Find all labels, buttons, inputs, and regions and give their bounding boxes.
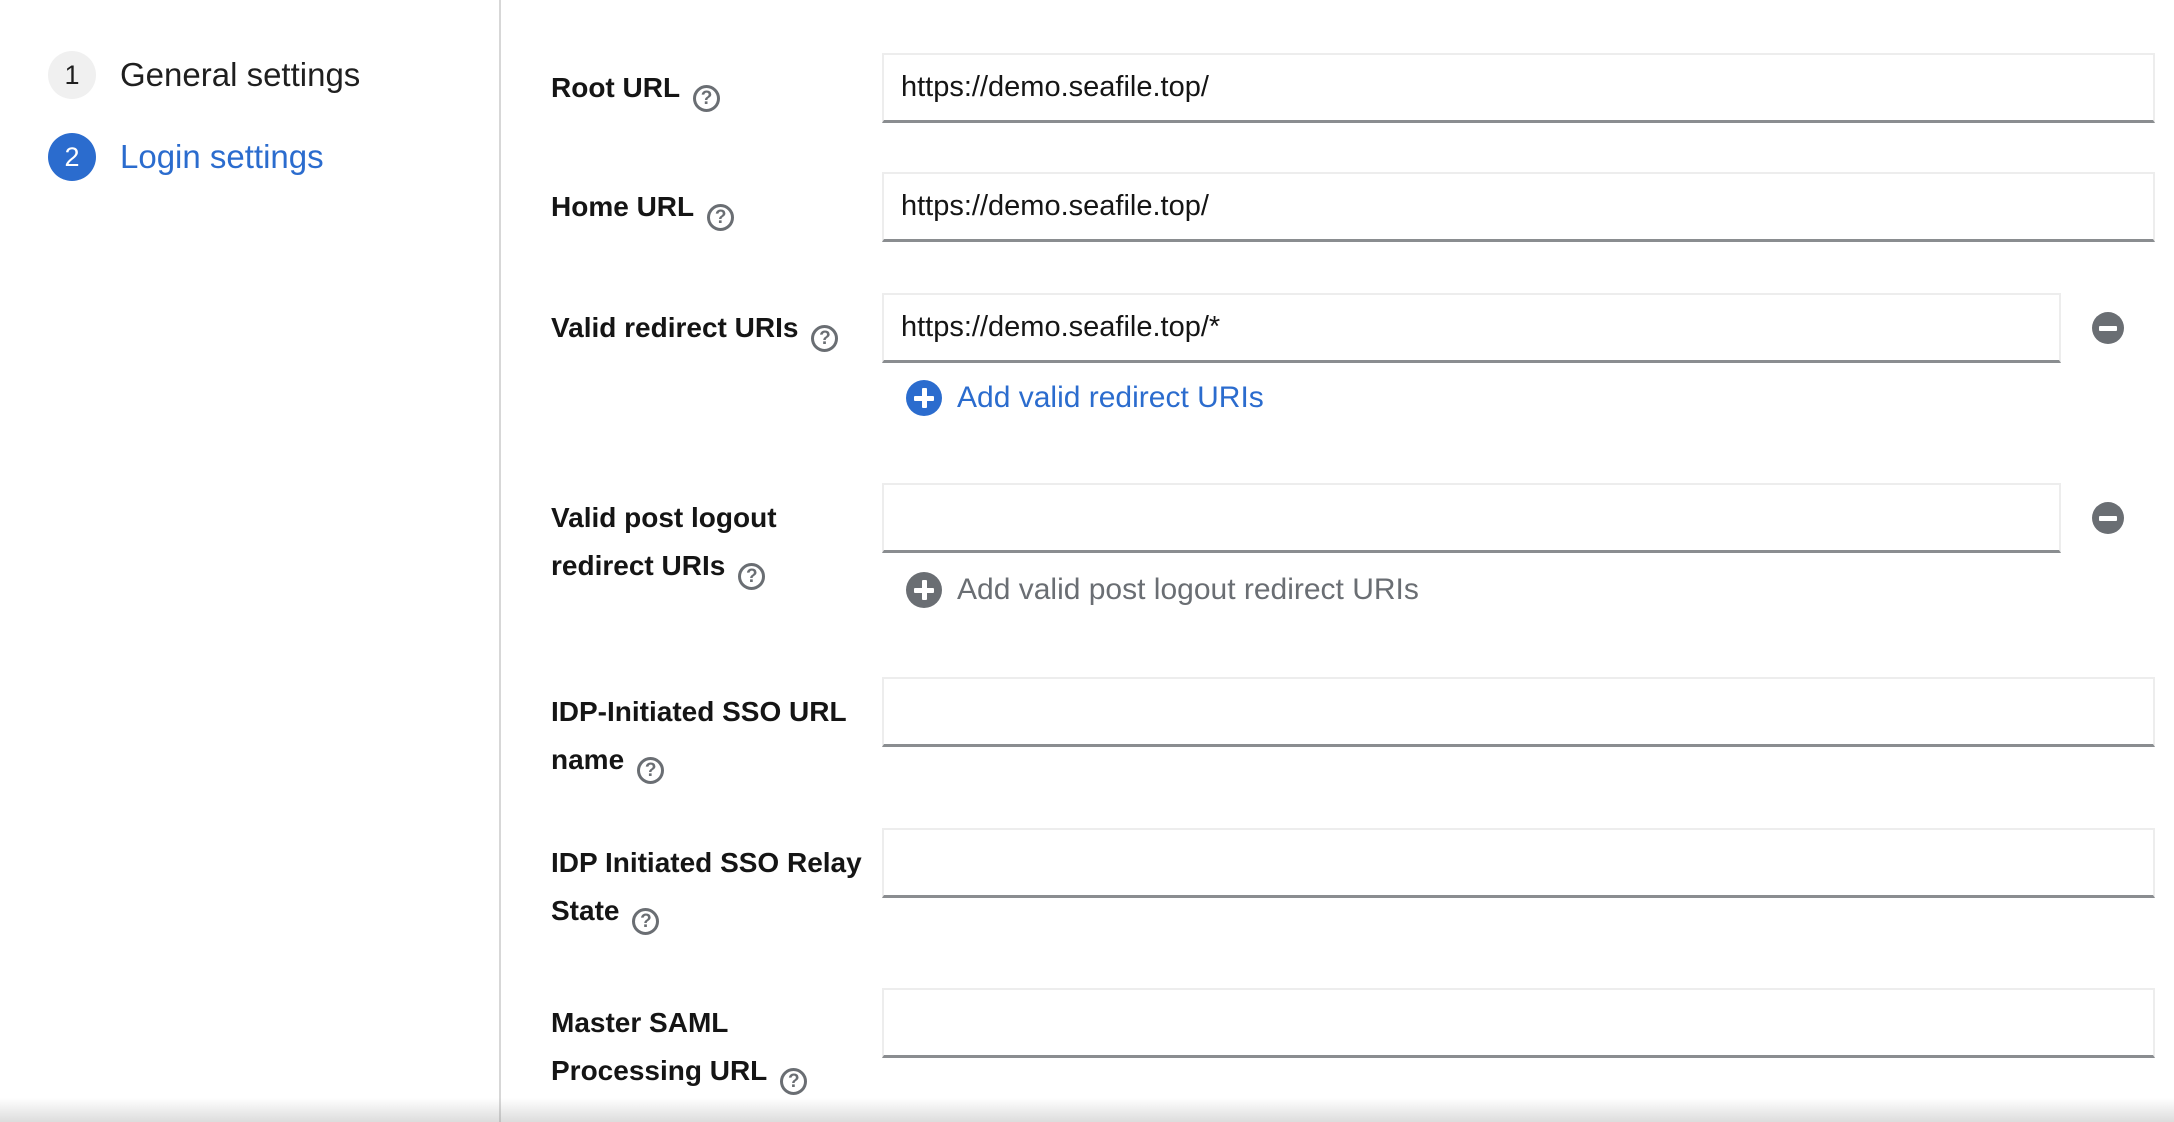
home-url-input[interactable] [882,172,2155,242]
help-icon[interactable]: ? [637,757,664,784]
field-label-text: Master SAML Processing URL [551,1007,767,1086]
master-saml-processing-url-input[interactable] [882,988,2155,1058]
minus-icon [2099,516,2117,521]
idp-initiated-sso-relay-state-input[interactable] [882,828,2155,898]
minus-icon [2099,326,2117,331]
add-link-label: Add valid post logout redirect URIs [957,573,1419,607]
root-url-input[interactable] [882,53,2155,123]
step-label: Login settings [120,138,324,176]
step-number-badge: 2 [48,133,96,181]
plus-circle-icon [906,380,942,416]
field-label: Valid post logout redirect URIs? [551,483,867,590]
help-icon[interactable]: ? [707,204,734,231]
help-icon[interactable]: ? [811,325,838,352]
help-icon[interactable]: ? [693,85,720,112]
step-number-badge: 1 [48,51,96,99]
valid-redirect-uris-input[interactable] [882,293,2061,363]
field-label-text: Home URL [551,191,694,222]
field-label: IDP Initiated SSO Relay State? [551,828,867,935]
remove-post-logout-uri-button[interactable] [2092,502,2124,534]
field-label-text: IDP-Initiated SSO URL name [551,696,846,775]
step-login-settings[interactable]: 2 Login settings [48,133,324,181]
add-valid-redirect-uris-link[interactable]: Add valid redirect URIs [906,380,1264,416]
field-label: IDP-Initiated SSO URL name? [551,677,867,784]
field-label-text: Root URL [551,72,680,103]
field-label: Valid redirect URIs? [551,293,867,352]
add-link-label: Add valid redirect URIs [957,381,1264,415]
idp-initiated-sso-url-name-input[interactable] [882,677,2155,747]
step-label: General settings [120,56,360,94]
step-general-settings[interactable]: 1 General settings [48,51,360,99]
field-label-text: IDP Initiated SSO Relay State [551,847,862,926]
field-label: Master SAML Processing URL? [551,988,867,1095]
help-icon[interactable]: ? [632,908,659,935]
field-label: Root URL? [551,53,867,112]
sidebar-divider [499,0,501,1122]
help-icon[interactable]: ? [738,563,765,590]
footer-shadow [0,1098,2174,1122]
help-icon[interactable]: ? [780,1068,807,1095]
field-label-text: Valid redirect URIs [551,312,798,343]
valid-post-logout-redirect-uris-input[interactable] [882,483,2061,553]
add-valid-post-logout-redirect-uris-link[interactable]: Add valid post logout redirect URIs [906,572,1419,608]
plus-circle-icon [906,572,942,608]
remove-redirect-uri-button[interactable] [2092,312,2124,344]
field-label: Home URL? [551,172,867,231]
